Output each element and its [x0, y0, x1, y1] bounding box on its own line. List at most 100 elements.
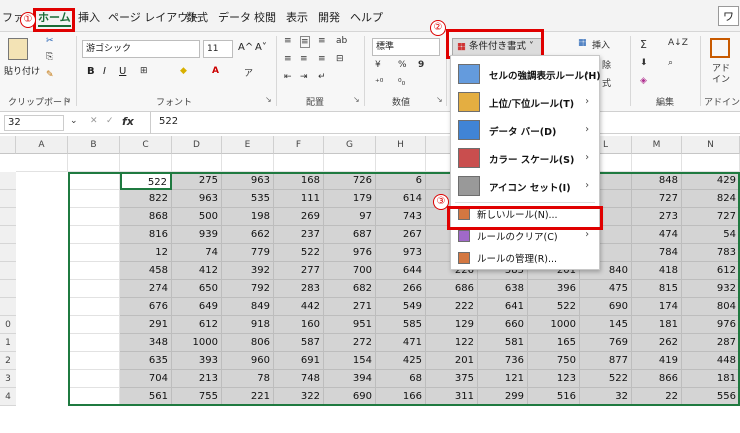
table-cell[interactable]: 97: [324, 208, 376, 226]
table-cell[interactable]: 68: [376, 370, 426, 388]
column-header[interactable]: C: [120, 136, 172, 154]
table-cell[interactable]: 160: [274, 316, 324, 334]
underline-button[interactable]: U: [119, 66, 126, 77]
empty-cell[interactable]: [68, 154, 120, 172]
tab-insert[interactable]: 挿入: [78, 9, 100, 25]
table-cell[interactable]: 1000: [172, 334, 222, 352]
table-cell[interactable]: 727: [682, 208, 740, 226]
wrap-text-icon[interactable]: ↵: [318, 72, 326, 82]
empty-cell[interactable]: [68, 262, 120, 280]
empty-cell[interactable]: [68, 352, 120, 370]
table-cell[interactable]: 221: [222, 388, 274, 406]
empty-cell[interactable]: [68, 172, 120, 190]
table-cell[interactable]: 848: [632, 172, 682, 190]
table-cell[interactable]: 392: [222, 262, 274, 280]
tab-developer[interactable]: 開発: [318, 9, 340, 25]
font-launcher-icon[interactable]: ↘: [265, 95, 272, 104]
comma-button[interactable]: 9: [418, 60, 424, 70]
column-header[interactable]: E: [222, 136, 274, 154]
table-cell[interactable]: 129: [426, 316, 478, 334]
table-cell[interactable]: 348: [120, 334, 172, 352]
table-cell[interactable]: 612: [172, 316, 222, 334]
table-cell[interactable]: 727: [632, 190, 682, 208]
menu-item[interactable]: 上位/下位ルール(T) ›: [451, 90, 599, 116]
table-cell[interactable]: 561: [120, 388, 172, 406]
table-cell[interactable]: 269: [274, 208, 324, 226]
table-cell[interactable]: 976: [324, 244, 376, 262]
table-cell[interactable]: 690: [324, 388, 376, 406]
table-cell[interactable]: 522: [528, 298, 580, 316]
row-header[interactable]: [0, 190, 16, 208]
cut-icon[interactable]: ✂: [46, 36, 54, 46]
table-cell[interactable]: 266: [376, 280, 426, 298]
table-cell[interactable]: 686: [426, 280, 478, 298]
table-cell[interactable]: 121: [478, 370, 528, 388]
table-cell[interactable]: 976: [682, 316, 740, 334]
row-header[interactable]: [0, 244, 16, 262]
merge-center-icon[interactable]: ⊟: [336, 54, 344, 64]
row-header[interactable]: [0, 226, 16, 244]
menu-item[interactable]: データ バー(D) ›: [451, 118, 599, 144]
paste-label[interactable]: 貼り付け: [4, 64, 40, 77]
table-cell[interactable]: 54: [682, 226, 740, 244]
table-cell[interactable]: 816: [120, 226, 172, 244]
table-cell[interactable]: 963: [172, 190, 222, 208]
table-cell[interactable]: 804: [682, 298, 740, 316]
row-header[interactable]: 1: [0, 334, 16, 352]
table-cell[interactable]: 287: [682, 334, 740, 352]
align-right-icon[interactable]: ≡: [318, 54, 326, 64]
table-cell[interactable]: 743: [376, 208, 426, 226]
table-cell[interactable]: 918: [222, 316, 274, 334]
table-cell[interactable]: 299: [478, 388, 528, 406]
table-cell[interactable]: 6: [376, 172, 426, 190]
row-header[interactable]: [0, 262, 16, 280]
table-cell[interactable]: 396: [528, 280, 580, 298]
formula-input[interactable]: 522: [150, 112, 740, 134]
table-cell[interactable]: 792: [222, 280, 274, 298]
addins-icon[interactable]: [710, 38, 730, 58]
table-cell[interactable]: 262: [632, 334, 682, 352]
table-cell[interactable]: 687: [324, 226, 376, 244]
empty-cell[interactable]: [68, 280, 120, 298]
italic-button[interactable]: I: [103, 66, 106, 77]
table-cell[interactable]: 32: [580, 388, 632, 406]
row-header[interactable]: [0, 208, 16, 226]
table-cell[interactable]: 74: [172, 244, 222, 262]
table-cell[interactable]: 587: [274, 334, 324, 352]
decrease-indent-icon[interactable]: ⇤: [284, 72, 292, 82]
empty-cell[interactable]: [324, 154, 376, 172]
column-header[interactable]: F: [274, 136, 324, 154]
empty-cell[interactable]: [120, 154, 172, 172]
table-cell[interactable]: 1000: [528, 316, 580, 334]
column-header[interactable]: M: [632, 136, 682, 154]
clipboard-launcher-icon[interactable]: ↘: [64, 95, 71, 104]
column-header[interactable]: G: [324, 136, 376, 154]
empty-cell[interactable]: [632, 154, 682, 172]
tab-view[interactable]: 表示: [286, 9, 308, 25]
table-cell[interactable]: 322: [274, 388, 324, 406]
table-cell[interactable]: 549: [376, 298, 426, 316]
table-cell[interactable]: 691: [274, 352, 324, 370]
font-name-select[interactable]: 游ゴシック: [82, 40, 200, 58]
align-bottom-icon[interactable]: ≡: [318, 36, 326, 46]
table-cell[interactable]: 123: [528, 370, 580, 388]
menu-item[interactable]: アイコン セット(I) ›: [451, 174, 599, 200]
row-header[interactable]: [0, 280, 16, 298]
empty-cell[interactable]: [68, 244, 120, 262]
table-cell[interactable]: 291: [120, 316, 172, 334]
empty-cell[interactable]: [68, 370, 120, 388]
table-cell[interactable]: 700: [324, 262, 376, 280]
table-cell[interactable]: 311: [426, 388, 478, 406]
table-cell[interactable]: 12: [120, 244, 172, 262]
table-cell[interactable]: 474: [632, 226, 682, 244]
empty-cell[interactable]: [274, 154, 324, 172]
table-cell[interactable]: 271: [324, 298, 376, 316]
empty-cell[interactable]: [68, 298, 120, 316]
table-cell[interactable]: 973: [376, 244, 426, 262]
percent-button[interactable]: %: [398, 60, 407, 70]
table-cell[interactable]: 393: [172, 352, 222, 370]
number-format-select[interactable]: 標準: [372, 38, 440, 56]
table-cell[interactable]: 535: [222, 190, 274, 208]
name-box[interactable]: 32: [4, 115, 64, 131]
table-cell[interactable]: 676: [120, 298, 172, 316]
